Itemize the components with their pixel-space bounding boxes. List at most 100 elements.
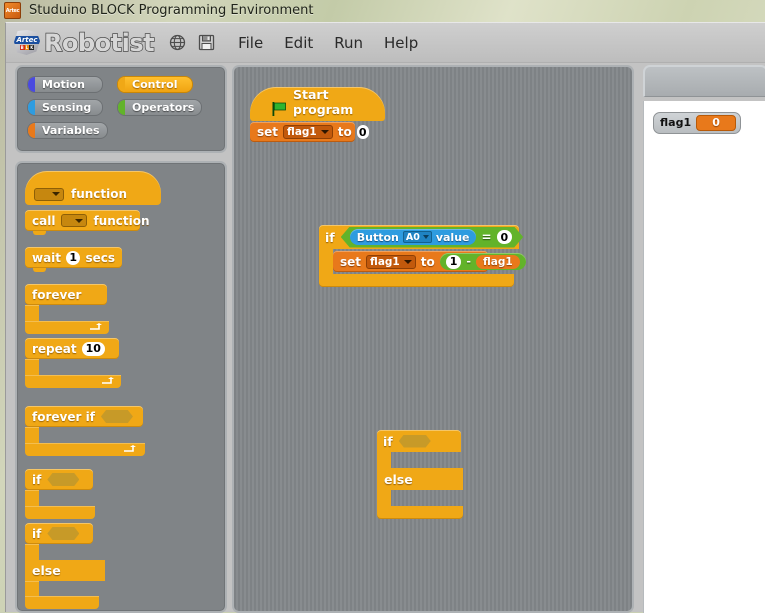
variable-reporter[interactable]: flag1 xyxy=(475,254,520,269)
stage-panel: flag1 0 xyxy=(643,65,765,613)
operator-symbol: - xyxy=(466,255,471,268)
loop-arrow-icon xyxy=(102,377,114,384)
wait-value-input[interactable]: 1 xyxy=(66,250,81,265)
if-block-header: if Button A0 value = 0 xyxy=(319,225,519,249)
block-palette: Motion Control Sensing Operators Variabl… xyxy=(15,65,227,613)
block-label: if xyxy=(32,526,42,541)
save-floppy-icon[interactable] xyxy=(197,33,216,52)
variable-name: flag1 xyxy=(370,255,400,268)
block-label-row: forever xyxy=(25,284,107,305)
category-swatch xyxy=(28,123,35,138)
variable-watcher-flag1[interactable]: flag1 0 xyxy=(653,111,742,134)
menu-toolbar: Artec BLK Robotist File Edit Run Help xyxy=(6,23,765,63)
variable-dropdown[interactable]: flag1 xyxy=(366,254,416,269)
brand-name: Robotist xyxy=(43,28,155,57)
block-label-row: forever if xyxy=(25,406,143,427)
boolean-slot[interactable] xyxy=(100,410,133,423)
watcher-value: 0 xyxy=(696,114,737,131)
block-label: forever xyxy=(32,287,82,302)
script-if-button[interactable]: if Button A0 value = 0 set flag1 to 1 - … xyxy=(319,225,526,293)
category-variables[interactable]: Variables xyxy=(27,122,108,139)
block-label: call xyxy=(32,213,56,228)
chevron-down-icon xyxy=(423,235,429,239)
palette-block-if-else[interactable]: if else xyxy=(25,523,125,609)
category-sensing[interactable]: Sensing xyxy=(27,99,103,116)
block-label: if xyxy=(325,229,335,245)
category-label: Motion xyxy=(42,78,85,91)
menu-file[interactable]: File xyxy=(238,34,263,52)
palette-block-define-function[interactable]: function xyxy=(25,171,161,205)
boolean-slot[interactable] xyxy=(47,527,80,540)
value-input[interactable]: 0 xyxy=(356,125,369,139)
script-canvas[interactable]: Start program set flag1 to 0 if Button A… xyxy=(232,65,634,613)
block-label: repeat xyxy=(32,341,77,356)
block-label-row: repeat 10 xyxy=(25,338,119,359)
category-selector: Motion Control Sensing Operators Variabl… xyxy=(15,65,227,153)
block-label-row: if xyxy=(25,469,93,490)
boolean-slot[interactable] xyxy=(398,434,431,448)
green-flag-icon xyxy=(272,102,287,116)
globe-icon[interactable] xyxy=(168,33,187,52)
category-motion[interactable]: Motion xyxy=(27,76,103,93)
port-dropdown[interactable]: A0 xyxy=(403,231,432,243)
category-swatch xyxy=(118,77,125,92)
function-dropdown[interactable] xyxy=(61,214,88,227)
operator-symbol: = xyxy=(481,230,492,244)
hat-block-start-program[interactable]: Start program xyxy=(250,87,385,121)
variable-name: flag1 xyxy=(287,126,317,138)
compare-value-input[interactable]: 0 xyxy=(497,230,513,244)
desktop-background: Artec Studuino BLOCK Programming Environ… xyxy=(0,0,765,613)
operator-equals-block[interactable]: Button A0 value = 0 xyxy=(341,227,523,248)
block-label-row: if xyxy=(25,523,93,544)
palette-block-if[interactable]: if xyxy=(25,469,125,519)
application-window: Artec BLK Robotist File Edit Run Help Mo… xyxy=(5,22,765,613)
category-swatch xyxy=(28,77,35,92)
block-label: wait xyxy=(32,250,62,265)
toolbar-icons xyxy=(168,33,216,52)
menu-bar: File Edit Run Help xyxy=(238,34,418,52)
window-titlebar: Artec Studuino BLOCK Programming Environ… xyxy=(0,0,765,21)
sensor-button-value-block[interactable]: Button A0 value xyxy=(350,229,477,245)
left-operand-input[interactable]: 1 xyxy=(445,254,462,269)
category-label: Sensing xyxy=(42,101,92,114)
palette-block-repeat[interactable]: repeat 10 xyxy=(25,338,135,388)
boolean-slot[interactable] xyxy=(47,473,80,486)
repeat-count-input[interactable]: 10 xyxy=(81,341,105,356)
menu-edit[interactable]: Edit xyxy=(284,34,313,52)
palette-block-forever-if[interactable]: forever if xyxy=(25,406,155,456)
script-if-else-loose[interactable]: if else xyxy=(377,430,467,519)
palette-block-forever[interactable]: forever xyxy=(25,284,125,334)
category-swatch xyxy=(118,100,125,115)
palette-block-list: function call function wait 1 secs forev… xyxy=(15,161,227,613)
stage-watcher-area: flag1 0 xyxy=(643,101,765,613)
port-value: A0 xyxy=(405,231,420,243)
window-title: Studuino BLOCK Programming Environment xyxy=(29,3,314,18)
variable-dropdown[interactable]: flag1 xyxy=(283,125,333,139)
workspace: Motion Control Sensing Operators Variabl… xyxy=(6,63,765,613)
palette-block-call-function[interactable]: call function xyxy=(25,210,150,235)
artec-badge-icon: Artec BLK xyxy=(14,30,40,55)
category-label: Variables xyxy=(42,124,100,137)
loop-arrow-icon xyxy=(90,323,102,330)
chevron-down-icon xyxy=(75,218,84,223)
block-label: set xyxy=(257,125,279,139)
block-set-variable-toggle[interactable]: set flag1 to 1 - flag1 xyxy=(333,251,526,272)
menu-help[interactable]: Help xyxy=(384,34,418,52)
category-operators[interactable]: Operators xyxy=(117,99,203,116)
category-swatch xyxy=(28,100,35,115)
block-label: function xyxy=(93,213,150,228)
menu-run[interactable]: Run xyxy=(334,34,363,52)
block-label: secs xyxy=(85,250,115,265)
artec-logo-icon: Artec xyxy=(4,2,21,19)
block-label: function xyxy=(71,187,128,201)
operator-subtract-block[interactable]: 1 - flag1 xyxy=(439,253,526,270)
category-control[interactable]: Control xyxy=(117,76,193,93)
block-label: to xyxy=(337,125,352,139)
block-label: to xyxy=(420,254,435,269)
block-label: if xyxy=(383,433,393,449)
stage-header-bar xyxy=(643,65,765,97)
block-set-variable[interactable]: set flag1 to 0 xyxy=(250,122,369,142)
palette-block-wait-secs[interactable]: wait 1 secs xyxy=(25,247,122,272)
if-block-header: if xyxy=(377,430,461,452)
function-dropdown[interactable] xyxy=(34,187,64,201)
